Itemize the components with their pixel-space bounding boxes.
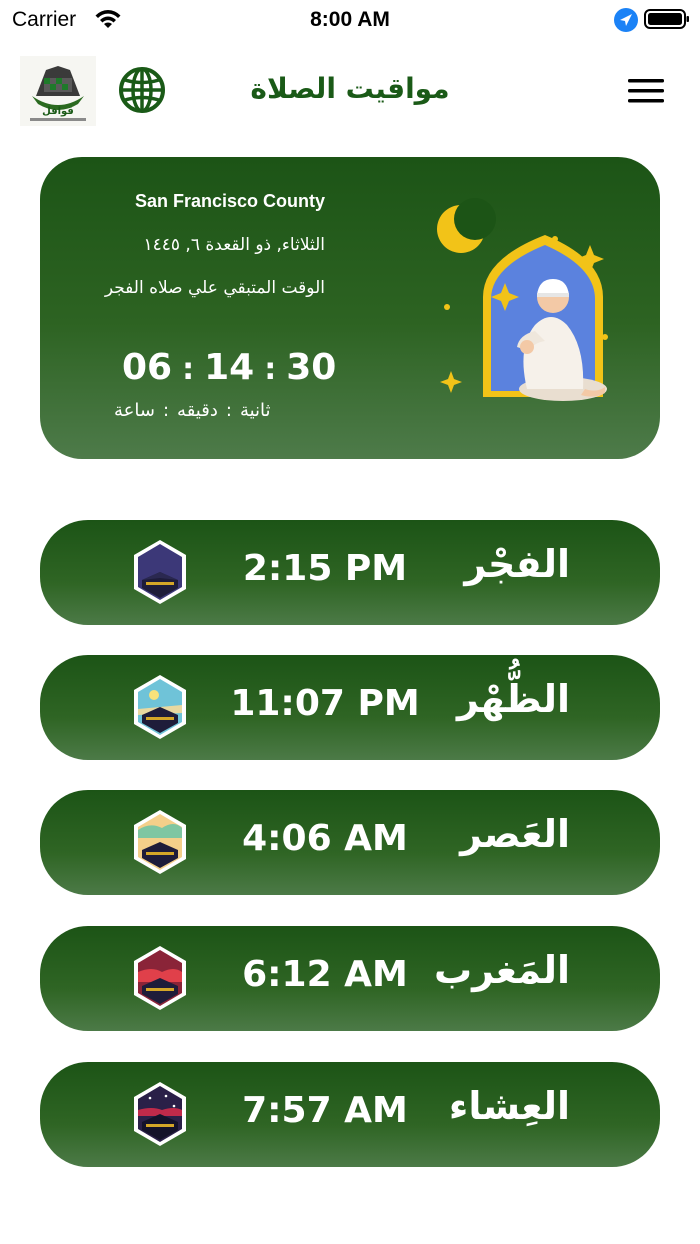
unit-hours: ساعة	[114, 400, 155, 421]
countdown-separator: :	[182, 352, 195, 387]
app-header: قوافل مواقيت الصلاة	[0, 48, 700, 134]
battery-icon	[644, 9, 689, 29]
prayer-name: المَغرب	[433, 948, 570, 992]
location-icon	[614, 8, 638, 32]
unit-separator: :	[225, 400, 232, 421]
kaaba-isha-icon	[134, 1082, 186, 1146]
menu-icon[interactable]	[628, 76, 664, 106]
prayer-time: 6:12 AM	[242, 954, 408, 995]
prayer-time: 4:06 AM	[242, 818, 408, 859]
svg-text:قوافل: قوافل	[42, 106, 74, 117]
kaaba-maghrib-icon	[134, 946, 186, 1010]
countdown-separator: :	[264, 352, 277, 387]
prayer-time: 2:15 PM	[242, 548, 408, 589]
prayer-illustration	[437, 198, 608, 401]
prayer-row-isha[interactable]: 7:57 AM العِشاء	[40, 1062, 660, 1167]
kaaba-fajr-icon	[134, 540, 186, 604]
status-bar: Carrier 8:00 AM	[0, 0, 700, 40]
countdown-units: ساعة: دقيقه: ثانية	[114, 400, 271, 421]
prayer-name: الفجْر	[464, 542, 570, 586]
prayer-row-dhuhr[interactable]: 11:07 PM الظُّهْر	[40, 655, 660, 760]
prayer-name: العَصر	[460, 812, 570, 856]
prayer-row-fajr[interactable]: 2:15 PM الفجْر	[40, 520, 660, 625]
remaining-time-label: الوقت المتبقي علي صلاه الفجر	[104, 278, 325, 298]
kaaba-dhuhr-icon	[134, 675, 186, 739]
prayer-name: العِشاء	[448, 1084, 570, 1128]
prayer-name: الظُّهْر	[456, 677, 570, 721]
prayer-time: 11:07 PM	[230, 683, 420, 724]
countdown-hours: 06	[122, 347, 173, 388]
unit-minutes: دقيقه	[177, 400, 218, 421]
prayer-time: 7:57 AM	[242, 1090, 408, 1131]
hijri-date: الثلاثاء, ذو القعدة ٦, ١٤٤٥	[143, 235, 326, 255]
status-time: 8:00 AM	[310, 8, 390, 31]
page-title: مواقيت الصلاة	[250, 72, 450, 105]
countdown-seconds: 30	[286, 347, 337, 388]
location-label: San Francisco County	[134, 191, 325, 211]
countdown-minutes: 14	[204, 347, 255, 388]
next-prayer-card: San Francisco County الثلاثاء, ذو القعدة…	[40, 157, 660, 459]
unit-separator: :	[162, 400, 170, 421]
prayer-row-asr[interactable]: 4:06 AM العَصر	[40, 790, 660, 895]
unit-seconds: ثانية	[239, 400, 271, 421]
countdown: 06:14:30	[122, 347, 336, 388]
kaaba-asr-icon	[134, 810, 186, 874]
prayer-row-maghrib[interactable]: 6:12 AM المَغرب	[40, 926, 660, 1031]
